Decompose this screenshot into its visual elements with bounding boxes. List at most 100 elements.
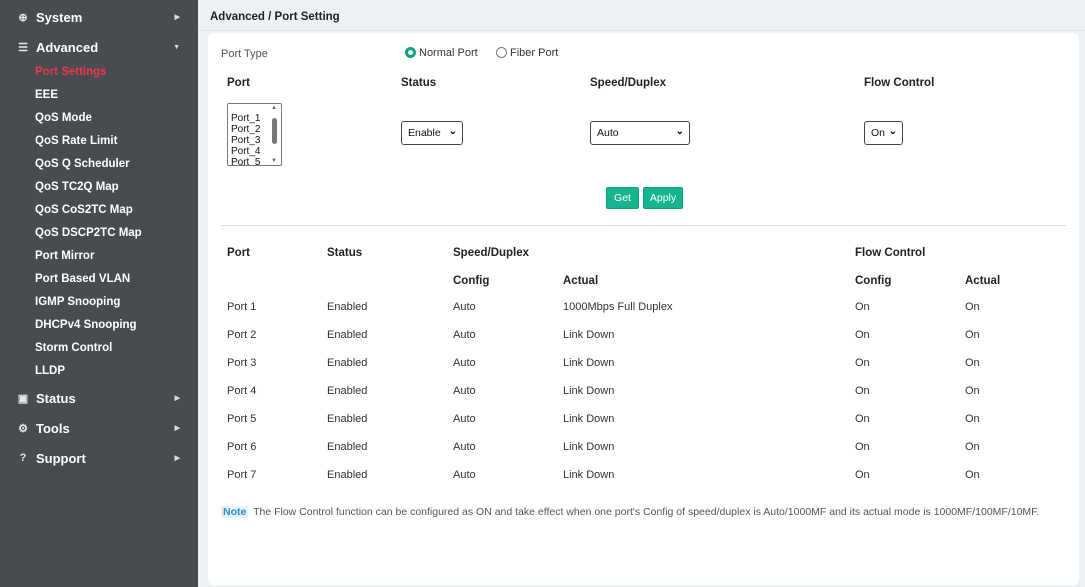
scroll-up-icon[interactable]: ▲: [271, 105, 277, 111]
port-listbox[interactable]: Port_1 Port_2 Port_3 Port_4 Port_5 ▲ ▼: [227, 103, 282, 166]
nav-system[interactable]: ⊕ System ▶: [0, 2, 198, 32]
table-cell-status: Enabled: [327, 469, 368, 481]
status-select[interactable]: Enable ⌄: [401, 121, 463, 145]
table-cell-port: Port 5: [227, 413, 257, 425]
radio-normal-port[interactable]: Normal Port: [405, 47, 478, 59]
form-header-flow: Flow Control: [864, 77, 935, 89]
scroll-down-icon[interactable]: ▼: [271, 158, 277, 164]
chevron-right-icon: ▶: [174, 395, 180, 402]
port-setting-panel: Port Type Normal Port Fiber Port Port St…: [208, 33, 1079, 585]
sidebar-item-port-mirror[interactable]: Port Mirror: [0, 244, 198, 267]
sidebar-item-dhcpv4-snooping[interactable]: DHCPv4 Snooping: [0, 313, 198, 336]
apply-button[interactable]: Apply: [643, 187, 683, 209]
table-cell-fc-config: On: [855, 357, 870, 369]
table-cell-config: Auto: [453, 385, 476, 397]
header-divider: [198, 30, 1085, 31]
flow-select-value: On: [871, 127, 886, 139]
listbox-scrollbar[interactable]: ▲ ▼: [270, 105, 280, 164]
sidebar-item-port-settings[interactable]: Port Settings: [0, 60, 198, 83]
table-header-status: Status: [327, 247, 363, 259]
form-header-speed: Speed/Duplex: [590, 77, 667, 89]
scroll-thumb[interactable]: [272, 118, 277, 144]
table-cell-status: Enabled: [327, 329, 368, 341]
chevron-right-icon: ▶: [174, 14, 180, 21]
table-cell-actual: Link Down: [563, 329, 615, 341]
sidebar-item-qos-rate-limit[interactable]: QoS Rate Limit: [0, 129, 198, 152]
table-subheader-actual: Actual: [563, 275, 599, 287]
table-cell-fc-config: On: [855, 385, 870, 397]
flow-control-select[interactable]: On ⌄: [864, 121, 903, 145]
advanced-submenu: Port Settings EEE QoS Mode QoS Rate Limit Qo…: [0, 60, 198, 382]
nav-advanced[interactable]: ☰ Advanced ▼: [0, 32, 198, 62]
sidebar-item-lldp[interactable]: LLDP: [0, 359, 198, 382]
sidebar-item-qos-cos2tc-map[interactable]: QoS CoS2TC Map: [0, 198, 198, 221]
sidebar: ⊕ System ▶ ☰ Advanced ▼ Port Settings EEE…: [0, 0, 198, 587]
globe-icon: ⊕: [18, 11, 28, 24]
table-cell-config: Auto: [453, 301, 476, 313]
table-cell-config: Auto: [453, 441, 476, 453]
table-subheader-config: Config: [453, 275, 490, 287]
nav-support[interactable]: ? Support ▶: [0, 443, 198, 473]
chevron-right-icon: ▶: [174, 455, 180, 462]
nav-support-label: Support: [36, 450, 86, 466]
table-cell-fc-actual: On: [965, 301, 980, 313]
table-cell-actual: Link Down: [563, 441, 615, 453]
nav-status-label: Status: [36, 390, 76, 406]
sidebar-item-qos-mode[interactable]: QoS Mode: [0, 106, 198, 129]
chevron-down-icon: ▼: [173, 43, 180, 51]
table-subheader-fc-config: Config: [855, 275, 892, 287]
chevron-down-icon: ⌄: [888, 126, 897, 137]
form-header-port: Port: [227, 77, 250, 89]
radio-checked-icon: [405, 47, 416, 58]
table-cell-port: Port 7: [227, 469, 257, 481]
table-cell-fc-config: On: [855, 469, 870, 481]
sidebar-item-igmp-snooping[interactable]: IGMP Snooping: [0, 290, 198, 313]
radio-fiber-port[interactable]: Fiber Port: [496, 47, 558, 59]
sliders-icon: ☰: [18, 41, 28, 54]
table-cell-fc-config: On: [855, 301, 870, 313]
table-cell-actual: Link Down: [563, 357, 615, 369]
radio-normal-port-label: Normal Port: [419, 47, 478, 59]
nav-system-label: System: [36, 9, 83, 25]
table-header-speed: Speed/Duplex: [453, 247, 530, 259]
table-cell-status: Enabled: [327, 385, 368, 397]
note-body: The Flow Control function can be configu…: [253, 506, 1040, 518]
table-subheader-fc-actual: Actual: [965, 275, 1001, 287]
table-cell-fc-actual: On: [965, 329, 980, 341]
sidebar-item-qos-dscp2tc-map[interactable]: QoS DSCP2TC Map: [0, 221, 198, 244]
gear-icon: ⚙: [18, 422, 28, 435]
section-divider: [221, 225, 1066, 226]
radio-fiber-port-label: Fiber Port: [510, 47, 559, 59]
table-cell-config: Auto: [453, 329, 476, 341]
note-tag: Note: [221, 506, 249, 518]
table-cell-status: Enabled: [327, 441, 368, 453]
table-cell-status: Enabled: [327, 357, 368, 369]
sidebar-item-eee[interactable]: EEE: [0, 83, 198, 106]
nav-advanced-label: Advanced: [36, 39, 99, 55]
table-cell-config: Auto: [453, 413, 476, 425]
sidebar-item-storm-control[interactable]: Storm Control: [0, 336, 198, 359]
chevron-right-icon: ▶: [174, 425, 180, 432]
nav-tools[interactable]: ⚙ Tools ▶: [0, 413, 198, 443]
table-cell-actual: 1000Mbps Full Duplex: [563, 301, 673, 313]
speed-select-value: Auto: [597, 127, 619, 139]
speed-duplex-select[interactable]: Auto ⌄: [590, 121, 690, 145]
sidebar-item-port-based-vlan[interactable]: Port Based VLAN: [0, 267, 198, 290]
get-button[interactable]: Get: [606, 187, 639, 209]
table-cell-port: Port 4: [227, 385, 257, 397]
chevron-down-icon: ⌄: [448, 126, 457, 137]
table-cell-actual: Link Down: [563, 413, 615, 425]
chevron-down-icon: ⌄: [675, 126, 684, 137]
sidebar-item-qos-tc2q-map[interactable]: QoS TC2Q Map: [0, 175, 198, 198]
radio-unchecked-icon: [496, 47, 507, 58]
table-cell-config: Auto: [453, 469, 476, 481]
table-cell-fc-actual: On: [965, 385, 980, 397]
nav-status[interactable]: ▣ Status ▶: [0, 383, 198, 413]
sidebar-item-qos-q-scheduler[interactable]: QoS Q Scheduler: [0, 152, 198, 175]
table-cell-status: Enabled: [327, 413, 368, 425]
table-cell-fc-config: On: [855, 441, 870, 453]
nav-tools-label: Tools: [36, 420, 70, 436]
table-cell-fc-actual: On: [965, 357, 980, 369]
table-cell-port: Port 6: [227, 441, 257, 453]
table-cell-port: Port 2: [227, 329, 257, 341]
